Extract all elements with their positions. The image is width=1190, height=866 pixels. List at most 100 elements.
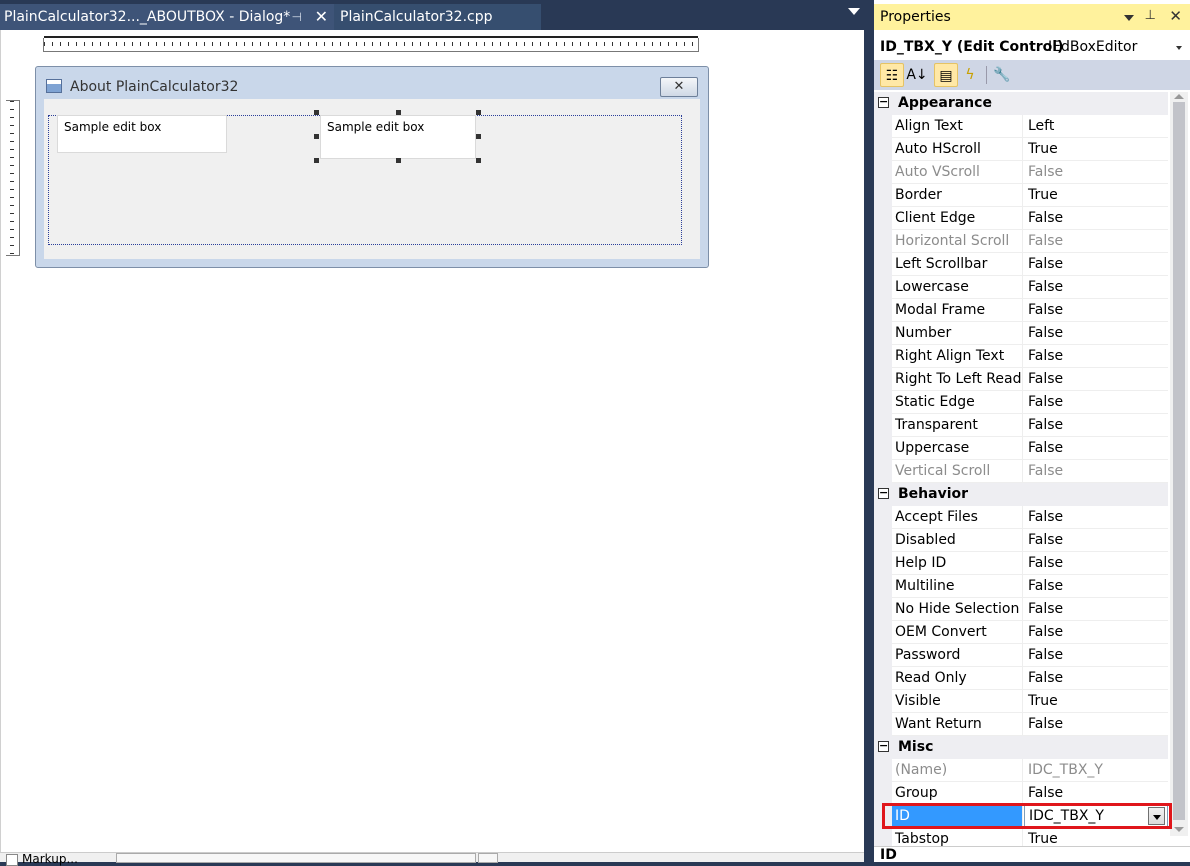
- category-label: Behavior: [898, 486, 969, 502]
- property-row[interactable]: Multiline False: [874, 575, 1168, 598]
- property-value[interactable]: False: [1024, 253, 1168, 276]
- property-value[interactable]: False: [1024, 299, 1168, 322]
- property-row[interactable]: Auto VScroll False: [874, 161, 1168, 184]
- property-value[interactable]: False: [1024, 207, 1168, 230]
- property-row[interactable]: Visible True: [874, 690, 1168, 713]
- property-value[interactable]: False: [1024, 529, 1168, 552]
- id-value-input[interactable]: IDC_TBX_Y: [1024, 805, 1168, 827]
- property-row[interactable]: Accept Files False: [874, 506, 1168, 529]
- tab-overflow-dropdown-icon[interactable]: [848, 8, 860, 15]
- property-row[interactable]: Transparent False: [874, 414, 1168, 437]
- property-value[interactable]: IDC_TBX_Y: [1024, 759, 1168, 782]
- property-row[interactable]: Right Align Text False: [874, 345, 1168, 368]
- resize-handle[interactable]: [314, 134, 319, 139]
- resize-handle[interactable]: [476, 110, 481, 115]
- collapse-icon[interactable]: −: [878, 740, 889, 752]
- property-row[interactable]: Right To Left Readi False: [874, 368, 1168, 391]
- collapse-icon[interactable]: −: [878, 487, 889, 499]
- property-value[interactable]: True: [1024, 138, 1168, 161]
- property-value[interactable]: True: [1024, 690, 1168, 713]
- property-value[interactable]: False: [1024, 552, 1168, 575]
- property-row[interactable]: Read Only False: [874, 667, 1168, 690]
- property-value[interactable]: False: [1024, 644, 1168, 667]
- property-row[interactable]: Group False: [874, 782, 1168, 805]
- property-value[interactable]: False: [1024, 621, 1168, 644]
- property-row[interactable]: Number False: [874, 322, 1168, 345]
- property-row[interactable]: Help ID False: [874, 552, 1168, 575]
- sample-edit-box-y[interactable]: Sample edit box: [320, 115, 476, 159]
- property-row[interactable]: Static Edge False: [874, 391, 1168, 414]
- collapse-icon[interactable]: −: [878, 96, 889, 108]
- horizontal-ruler[interactable]: [43, 36, 699, 52]
- pin-icon[interactable]: ⊣: [292, 4, 302, 30]
- property-row[interactable]: Client Edge False: [874, 207, 1168, 230]
- pin-icon[interactable]: ⊥: [1145, 8, 1156, 23]
- dialog-close-button[interactable]: ✕: [660, 77, 698, 97]
- object-selector[interactable]: ID_TBX_Y (Edit Control) IEdBoxEditor: [874, 34, 1190, 60]
- category-appearance[interactable]: − Appearance: [874, 92, 1168, 115]
- categorized-icon[interactable]: ☷: [880, 63, 904, 87]
- category-behavior[interactable]: − Behavior: [874, 483, 1168, 506]
- property-row[interactable]: Uppercase False: [874, 437, 1168, 460]
- close-icon[interactable]: ✕: [315, 4, 328, 30]
- resize-handle[interactable]: [476, 134, 481, 139]
- property-row[interactable]: Left Scrollbar False: [874, 253, 1168, 276]
- markup-checkbox[interactable]: [6, 854, 18, 866]
- designed-dialog[interactable]: About PlainCalculator32 ✕ Sample edit bo…: [35, 66, 709, 268]
- alphabetical-icon[interactable]: A↓: [905, 63, 929, 87]
- scrollbar-thumb[interactable]: [1173, 102, 1185, 820]
- property-value[interactable]: False: [1024, 322, 1168, 345]
- property-row[interactable]: Horizontal Scroll False: [874, 230, 1168, 253]
- property-value[interactable]: False: [1024, 391, 1168, 414]
- property-row[interactable]: Border True: [874, 184, 1168, 207]
- property-row[interactable]: (Name) IDC_TBX_Y: [874, 759, 1168, 782]
- property-value[interactable]: False: [1024, 276, 1168, 299]
- resize-handle[interactable]: [476, 158, 481, 163]
- property-value[interactable]: False: [1024, 345, 1168, 368]
- property-value[interactable]: False: [1024, 368, 1168, 391]
- property-row[interactable]: OEM Convert False: [874, 621, 1168, 644]
- chevron-down-icon[interactable]: [1124, 15, 1134, 21]
- sample-edit-box-x[interactable]: Sample edit box: [57, 115, 227, 153]
- property-value[interactable]: False: [1024, 575, 1168, 598]
- property-row[interactable]: No Hide Selection False: [874, 598, 1168, 621]
- property-value[interactable]: False: [1024, 437, 1168, 460]
- property-row[interactable]: Password False: [874, 644, 1168, 667]
- resize-handle[interactable]: [314, 158, 319, 163]
- property-value[interactable]: False: [1024, 667, 1168, 690]
- property-value[interactable]: Left: [1024, 115, 1168, 138]
- properties-icon[interactable]: ▤: [934, 63, 958, 87]
- property-value[interactable]: True: [1024, 184, 1168, 207]
- property-row[interactable]: Align Text Left: [874, 115, 1168, 138]
- property-value[interactable]: False: [1024, 230, 1168, 253]
- events-lightning-icon[interactable]: ϟ: [958, 63, 982, 87]
- property-row[interactable]: Vertical Scroll False: [874, 460, 1168, 483]
- id-dropdown-icon[interactable]: [1148, 807, 1165, 825]
- scroll-up-icon[interactable]: [1174, 94, 1184, 99]
- property-row[interactable]: Lowercase False: [874, 276, 1168, 299]
- wrench-icon[interactable]: 🔧: [990, 63, 1014, 87]
- property-row[interactable]: Disabled False: [874, 529, 1168, 552]
- property-value[interactable]: False: [1024, 414, 1168, 437]
- property-grid-scrollbar[interactable]: [1170, 92, 1188, 836]
- property-value[interactable]: False: [1024, 506, 1168, 529]
- tab-aboutbox-dialog[interactable]: PlainCalculator32..._ABOUTBOX - Dialog* …: [0, 4, 334, 30]
- property-value[interactable]: False: [1024, 598, 1168, 621]
- property-row[interactable]: Modal Frame False: [874, 299, 1168, 322]
- property-value[interactable]: False: [1024, 460, 1168, 483]
- chevron-down-icon[interactable]: [1176, 46, 1182, 50]
- property-row[interactable]: Want Return False: [874, 713, 1168, 736]
- property-value[interactable]: False: [1024, 161, 1168, 184]
- property-value[interactable]: False: [1024, 713, 1168, 736]
- dialog-design-surface[interactable]: About PlainCalculator32 ✕ Sample edit bo…: [0, 30, 864, 862]
- resize-handle[interactable]: [396, 158, 401, 163]
- resize-handle[interactable]: [314, 110, 319, 115]
- property-value[interactable]: False: [1024, 782, 1168, 805]
- resize-handle[interactable]: [396, 110, 401, 115]
- property-row[interactable]: Auto HScroll True: [874, 138, 1168, 161]
- close-icon[interactable]: ✕: [1169, 7, 1182, 25]
- tab-cpp-file[interactable]: PlainCalculator32.cpp: [334, 4, 541, 30]
- vertical-ruler[interactable]: [6, 100, 20, 256]
- category-misc[interactable]: − Misc: [874, 736, 1168, 759]
- scroll-down-icon[interactable]: [1174, 827, 1184, 832]
